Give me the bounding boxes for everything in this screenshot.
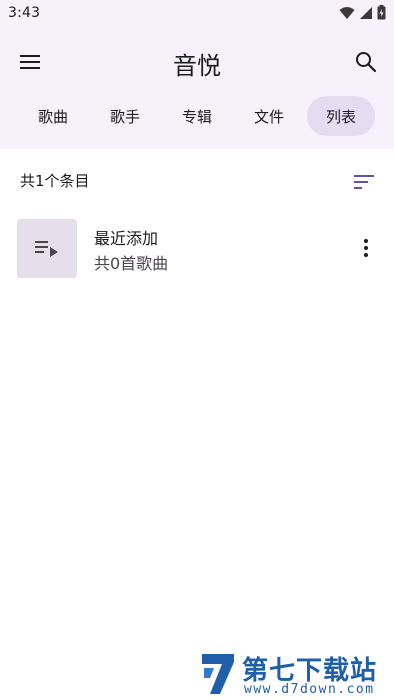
tab-files[interactable]: 文件 [235, 96, 303, 136]
watermark-logo-icon [202, 654, 234, 694]
watermark: 第七下载站 www.d7down.com [200, 650, 390, 698]
wifi-icon [339, 5, 355, 24]
more-vert-icon [364, 239, 368, 257]
status-icons [339, 4, 386, 24]
more-options-button[interactable] [350, 232, 382, 264]
sort-icon [354, 175, 374, 189]
status-time: 3:43 [8, 5, 41, 21]
item-count: 共1个条目 [20, 172, 90, 190]
top-app-area: 3:43 音悦 歌曲 歌手 专辑 文件 列表 [0, 0, 394, 149]
tab-playlists[interactable]: 列表 [307, 96, 375, 136]
watermark-url: www.d7down.com [244, 682, 375, 697]
list-item[interactable]: 最近添加 共0首歌曲 [0, 212, 394, 284]
status-bar: 3:43 [0, 0, 394, 28]
signal-icon [359, 5, 373, 24]
tab-bar: 歌曲 歌手 专辑 文件 列表 [0, 96, 394, 136]
playlist-subtitle: 共0首歌曲 [94, 254, 169, 273]
tab-albums[interactable]: 专辑 [163, 96, 231, 136]
playlist-title: 最近添加 [94, 229, 159, 248]
app-title: 音悦 [173, 52, 221, 80]
tab-songs[interactable]: 歌曲 [19, 96, 87, 136]
sort-button[interactable] [348, 166, 380, 198]
search-button[interactable] [350, 46, 382, 78]
battery-icon [377, 4, 386, 24]
playlist-play-icon [35, 240, 58, 257]
app-bar: 音悦 [0, 40, 394, 84]
playlist-thumbnail [17, 219, 77, 278]
search-icon [356, 52, 377, 73]
list-header: 共1个条目 [0, 160, 394, 200]
tab-artists[interactable]: 歌手 [91, 96, 159, 136]
